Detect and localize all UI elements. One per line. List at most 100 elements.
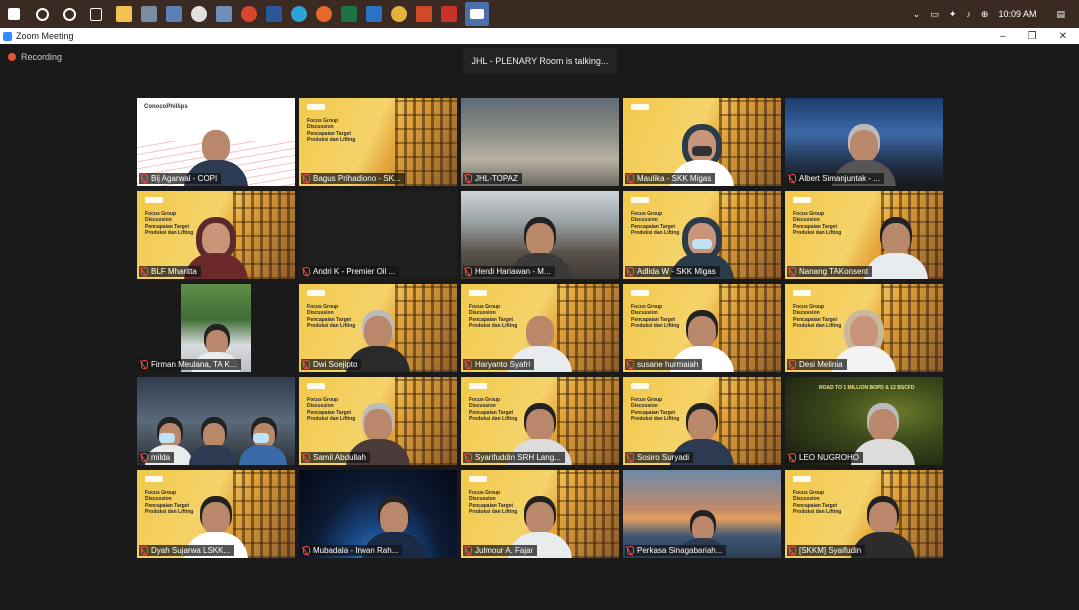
notifications-icon[interactable]: ▤: [1056, 9, 1065, 20]
participant-tile[interactable]: Perkasa Sinagabariah...: [623, 470, 781, 558]
outlook-icon[interactable]: [366, 6, 382, 22]
muted-mic-icon: [303, 267, 310, 276]
participant-tile[interactable]: milda: [137, 377, 295, 465]
close-button[interactable]: ✕: [1059, 31, 1067, 42]
muted-mic-icon: [141, 267, 148, 276]
participant-tile[interactable]: ConocoPhillips Bij Agarwal - COPI: [137, 98, 295, 186]
participant-head: [526, 316, 554, 348]
cortana-icon[interactable]: [63, 7, 76, 21]
participant-head: [379, 502, 408, 534]
participant-name: [SKKM] Syaifudin: [799, 546, 862, 555]
start-menu-icon[interactable]: [8, 8, 20, 20]
participant-tile[interactable]: Mubadala - Irwan Rah...: [299, 470, 457, 558]
participant-tile[interactable]: Focus Group Discussion Pencapaian Target Pr…: [623, 377, 781, 465]
participant-head: [688, 409, 716, 441]
zoom-taskbar-icon[interactable]: [465, 2, 489, 26]
participant-tile[interactable]: Focus Group Discussion Pencapaian Target Pr…: [299, 284, 457, 372]
app-icon-2[interactable]: [141, 6, 157, 22]
participant-head: [202, 502, 230, 534]
participant-tile[interactable]: Focus Group Discussion Pencapaian Target Pr…: [785, 470, 943, 558]
slide-logo: [145, 476, 163, 482]
volume-icon[interactable]: ♪: [966, 9, 971, 19]
participant-name-tag: Nanang TAKonsent: [787, 266, 873, 277]
pdf-icon[interactable]: [441, 6, 457, 22]
recording-label: Recording: [21, 52, 63, 62]
chrome-2-icon[interactable]: [391, 6, 407, 22]
app-icon-5[interactable]: [216, 6, 232, 22]
clock[interactable]: 10:09 AM: [998, 9, 1036, 19]
participant-name: Nanang TAKonsent: [799, 267, 869, 276]
muted-mic-icon: [303, 360, 310, 369]
muted-mic-icon: [627, 267, 634, 276]
participant-name-tag: milda: [139, 452, 175, 463]
participant-tile[interactable]: Herdi Hariawan - M...: [461, 191, 619, 279]
muted-mic-icon: [141, 174, 148, 183]
participant-tile[interactable]: Albert Simanjuntak - ...: [785, 98, 943, 186]
chrome-icon[interactable]: [191, 6, 207, 22]
muted-mic-icon: [141, 453, 148, 462]
language-icon[interactable]: ⊕: [981, 9, 989, 20]
participant-tile[interactable]: Focus Group Discussion Pencapaian Target Pr…: [137, 470, 295, 558]
participant-name-tag: Perkasa Sinagabariah...: [625, 545, 727, 556]
muted-mic-icon: [303, 546, 310, 555]
participant-tile[interactable]: Maulika - SKK Migas: [623, 98, 781, 186]
participant-name-tag: Maulika - SKK Migas: [625, 173, 716, 184]
participant-tile[interactable]: Focus Group Discussion Pencapaian Target Pr…: [299, 377, 457, 465]
participant-name-tag: Mubadala - Irwan Rah...: [301, 545, 403, 556]
participant-tile[interactable]: ROAD TO 1 MILLION BOPD & 12 BSCFD LEO NU…: [785, 377, 943, 465]
word-icon[interactable]: [266, 6, 282, 22]
participant-tile[interactable]: JHL-TOPAZ: [461, 98, 619, 186]
network-icon[interactable]: ✦: [949, 9, 957, 20]
firefox-icon[interactable]: [316, 6, 332, 22]
system-tray: ⌄ ▭ ✦ ♪ ⊕ 10:09 AM ▤: [913, 9, 1079, 20]
participant-tile[interactable]: Focus Group Discussion Pencapaian Target Pr…: [623, 284, 781, 372]
participant-name: Maulika - SKK Migas: [637, 174, 712, 183]
slide-logo: [469, 290, 487, 296]
participant-tile[interactable]: Firman Meulana, TA K...: [137, 284, 295, 372]
participant-tile[interactable]: Focus Group Discussion Pencapaian Target Pr…: [785, 284, 943, 372]
file-explorer-icon[interactable]: [116, 6, 132, 22]
battery-icon[interactable]: ▭: [930, 9, 939, 20]
search-icon[interactable]: [36, 7, 49, 21]
participant-name-tag: Andri K - Premier Oil ...: [301, 266, 400, 277]
restore-button[interactable]: ❐: [1028, 31, 1037, 42]
participant-tile[interactable]: Focus Group Discussion Pencapaian Target Pr…: [785, 191, 943, 279]
participant-head: [526, 409, 554, 441]
participant-name-tag: susane hurmaiah: [625, 359, 703, 370]
participant-tile[interactable]: Focus Group Discussion Pencapaian Target Pr…: [461, 284, 619, 372]
slide-logo: [631, 290, 649, 296]
participant-name-tag: BLF Mharitta: [139, 266, 201, 277]
participant-name-tag: Julmour A. Fajar: [463, 545, 538, 556]
participant-tile[interactable]: Focus Group Discussion Pencapaian Target Pr…: [461, 377, 619, 465]
participant-tile[interactable]: Focus Group Discussion Pencapaian Target Pr…: [461, 470, 619, 558]
task-view-icon[interactable]: [90, 7, 102, 21]
slide-logo: [307, 104, 325, 110]
participant-name-tag: Samil Abdullah: [301, 452, 370, 463]
slide-logo: [307, 290, 325, 296]
participant-tile[interactable]: Focus Group Discussion Pencapaian Target Pr…: [137, 191, 295, 279]
muted-mic-icon: [627, 360, 634, 369]
talking-indicator: JHL - PLENARY Room is talking...: [463, 48, 617, 74]
chevron-up-icon[interactable]: ⌄: [913, 9, 921, 20]
slide-banner: ROAD TO 1 MILLION BOPD & 12 BSCFD: [819, 385, 915, 391]
participant-tile[interactable]: Andri K - Premier Oil ...: [299, 191, 457, 279]
minimize-button[interactable]: –: [1000, 31, 1006, 42]
slide-line: Produksi dan Lifting: [793, 229, 842, 236]
participant-video: [863, 217, 928, 279]
muted-mic-icon: [789, 267, 796, 276]
participant-name-tag: Firman Meulana, TA K...: [139, 359, 241, 370]
participant-body: [863, 253, 928, 279]
app-icon-6[interactable]: [241, 6, 257, 22]
muted-mic-icon: [465, 174, 472, 183]
excel-icon[interactable]: [341, 6, 357, 22]
participant-tile[interactable]: Focus Group Discussion Pencapaian Target Pr…: [623, 191, 781, 279]
app-icon-3[interactable]: [166, 6, 182, 22]
participant-head: [868, 409, 897, 441]
office-icon[interactable]: [416, 6, 432, 22]
edge-icon[interactable]: [291, 6, 307, 22]
muted-mic-icon: [465, 453, 472, 462]
recording-indicator[interactable]: Recording: [8, 52, 62, 62]
participant-tile[interactable]: Focus Group Discussion Pencapaian Target Pr…: [299, 98, 457, 186]
window-title: Zoom Meeting: [16, 31, 74, 41]
muted-mic-icon: [465, 546, 472, 555]
